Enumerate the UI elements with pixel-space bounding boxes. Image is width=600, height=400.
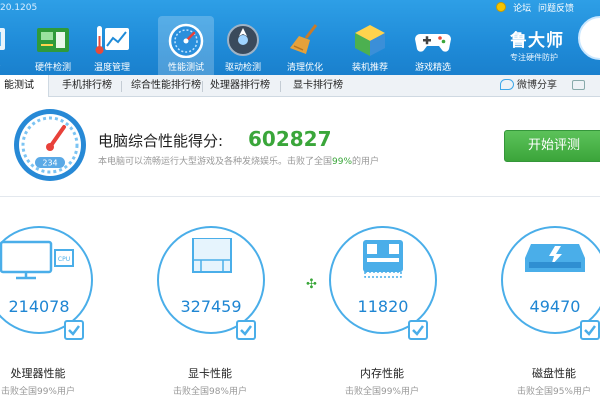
- checkmark-icon: [408, 320, 428, 340]
- brand-tagline: 专注硬件防护: [510, 53, 558, 62]
- cpu-monitor-icon: CPU: [0, 240, 74, 280]
- forum-link[interactable]: 论坛: [513, 4, 531, 14]
- checkmark-icon: [64, 320, 84, 340]
- tab-divider: [121, 81, 122, 92]
- nav-label: 装机推荐: [351, 63, 388, 73]
- checkmark-icon: [236, 320, 256, 340]
- driver-disc-icon: [227, 24, 259, 56]
- disk-score: 49470: [529, 297, 581, 316]
- memory-card-rank: 击败全国99%用户: [344, 387, 419, 397]
- gauge-readout: 234: [42, 159, 57, 168]
- tab-gpu-ranking[interactable]: 显卡排行榜: [289, 75, 347, 97]
- nav-label: 清理优化: [286, 63, 323, 73]
- gauge-speedometer-icon: 234: [14, 109, 86, 181]
- cpu-card[interactable]: CPU 214078 处理器性能 击败全国99%用户: [0, 200, 123, 400]
- nav-item-check[interactable]: 检: [0, 18, 20, 74]
- tab-divider: [280, 81, 281, 92]
- disk-card-rank: 击败全国95%用户: [516, 387, 591, 397]
- circuit-board-icon: [37, 28, 69, 52]
- memory-card[interactable]: 11820 内存性能 击败全国99%用户: [297, 200, 467, 400]
- nav-label: 硬件检测: [34, 63, 71, 73]
- nav-label: 驱动检测: [224, 63, 261, 73]
- desc-prefix: 本电脑可以流畅运行大型游戏及各种发烧娱乐。击败了全国: [98, 157, 333, 167]
- tab-divider: [202, 81, 203, 92]
- gpu-card[interactable]: 327459 显卡性能 击败全国98%用户: [125, 200, 295, 400]
- camera-icon[interactable]: [572, 80, 585, 90]
- tab-performance-test[interactable]: 能测试: [0, 75, 49, 98]
- hardware-check-icon: [0, 28, 5, 50]
- cube-icon: [355, 25, 385, 56]
- score-title: 电脑综合性能得分:: [98, 132, 224, 150]
- thermometer-icon: [95, 26, 129, 54]
- score-description: 本电脑可以流畅运行大型游戏及各种发烧娱乐。击败了全国99%的用户: [98, 154, 379, 167]
- broom-icon: [290, 24, 318, 54]
- tab-phone-ranking[interactable]: 手机排行榜: [58, 75, 116, 97]
- start-test-button[interactable]: 开始评测: [504, 130, 600, 162]
- version-label: 20.1205: [0, 3, 38, 13]
- nav-label: 检: [0, 60, 24, 73]
- nav-label: 游戏精选: [414, 63, 451, 73]
- top-toolbar: 20.1205 检 硬件检测: [0, 0, 600, 75]
- tab-cpu-ranking[interactable]: 处理器排行榜: [206, 75, 274, 97]
- speedometer-icon: [168, 23, 204, 58]
- gpu-score: 327459: [180, 297, 242, 316]
- nav-item-build-recommend[interactable]: 装机推荐: [342, 18, 398, 74]
- graphics-card-icon: [192, 238, 232, 273]
- weibo-icon: [500, 79, 514, 90]
- feedback-link[interactable]: 问题反馈: [538, 4, 574, 14]
- ranking-tabbar: 能测试 手机排行榜 综合性能排行榜 处理器排行榜 显卡排行榜 微博分享: [0, 75, 600, 98]
- cpu-chip-label: CPU: [58, 256, 70, 263]
- gamepad-icon: [415, 34, 451, 52]
- total-score: 602827: [248, 127, 332, 151]
- nav-item-temperature[interactable]: 温度管理: [84, 18, 140, 74]
- cpu-card-title: 处理器性能: [10, 367, 66, 380]
- share-label: 微博分享: [517, 80, 557, 91]
- disk-card[interactable]: 49470 磁盘性能 击败全国95%用户: [469, 200, 600, 400]
- nav-item-hardware[interactable]: 硬件检测: [25, 18, 81, 74]
- gpu-card-title: 显卡性能: [188, 367, 232, 380]
- score-panel: 234 电脑综合性能得分: 602827 本电脑可以流畅运行大型游戏及各种发烧娱…: [0, 97, 600, 197]
- memory-chip-icon: [363, 240, 403, 278]
- nav-label: 温度管理: [93, 63, 130, 73]
- memory-score: 11820: [357, 297, 409, 316]
- nav-item-games[interactable]: 游戏精选: [405, 18, 461, 74]
- gpu-card-rank: 击败全国98%用户: [172, 387, 247, 397]
- checkmark-icon: [580, 320, 600, 340]
- memory-card-title: 内存性能: [360, 367, 404, 380]
- desc-suffix: 的用户: [352, 157, 380, 167]
- disk-card-title: 磁盘性能: [532, 367, 576, 380]
- disk-drive-icon: [525, 244, 585, 272]
- weibo-share-button[interactable]: 微博分享: [500, 75, 557, 97]
- desc-percent: 99%: [332, 157, 353, 167]
- mascot-avatar-icon: [578, 16, 600, 60]
- cpu-score: 214078: [8, 297, 70, 316]
- top-links: 论坛 问题反馈: [492, 1, 574, 15]
- brand-name: 鲁大师: [510, 31, 564, 51]
- nav-item-performance[interactable]: 性能测试: [158, 16, 214, 75]
- tab-overall-ranking[interactable]: 综合性能排行榜: [127, 75, 205, 97]
- nav-item-driver[interactable]: 驱动检测: [215, 18, 271, 74]
- nav-item-clean[interactable]: 清理优化: [277, 18, 333, 74]
- cpu-card-rank: 击败全国99%用户: [0, 387, 75, 397]
- nav-label: 性能测试: [167, 63, 204, 73]
- coin-icon[interactable]: [496, 2, 507, 12]
